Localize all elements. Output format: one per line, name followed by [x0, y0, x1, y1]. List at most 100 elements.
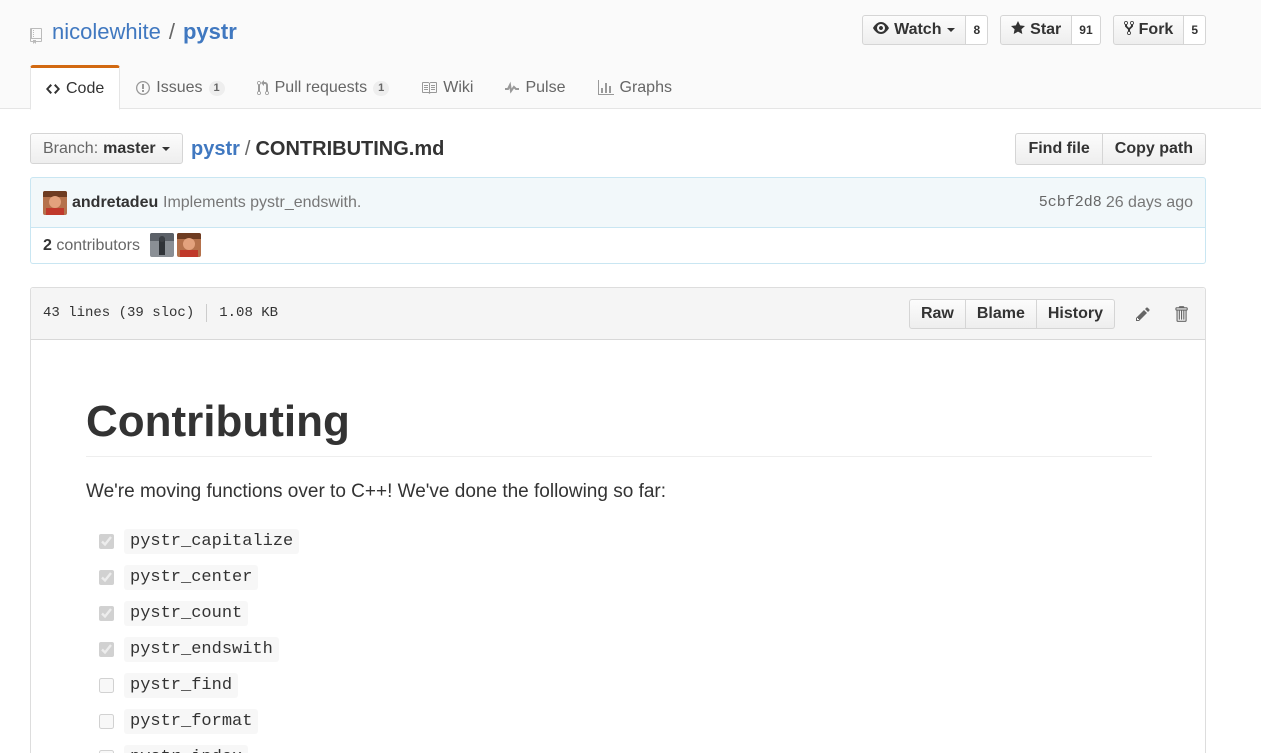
content-intro: We're moving functions over to C++! We'v…: [86, 481, 667, 502]
pencil-icon[interactable]: [1131, 302, 1155, 326]
copy-path-button[interactable]: Copy path: [1102, 133, 1206, 165]
task-checkbox[interactable]: [99, 677, 114, 693]
breadcrumb: pystr / CONTRIBUTING.md: [191, 137, 444, 161]
contributors-bar: 2 contributors: [30, 228, 1206, 264]
tab-wiki[interactable]: Wiki: [405, 65, 489, 109]
commit-tease: andretadeu Implements pystr_endswith. 5c…: [30, 177, 1206, 228]
graph-icon: [597, 80, 614, 96]
task-checkbox[interactable]: [99, 605, 114, 621]
file-actions: Raw Blame History: [908, 299, 1193, 329]
branch-select-button[interactable]: Branch: master: [30, 133, 183, 164]
avatar[interactable]: [177, 233, 201, 257]
avatar[interactable]: [150, 233, 174, 257]
issue-icon: [136, 80, 151, 96]
file-info: 43 lines (39 sloc) 1.08 KB: [43, 304, 279, 323]
tab-pulse[interactable]: Pulse: [489, 65, 581, 109]
task-code: pystr_count: [124, 600, 249, 626]
contributors-count: 2: [43, 237, 52, 254]
avatar[interactable]: [43, 191, 67, 215]
star-icon: [1011, 20, 1030, 41]
fork-button[interactable]: Fork: [1112, 15, 1185, 45]
star-count[interactable]: 91: [1072, 15, 1101, 45]
repo-header: nicolewhite / pystr Watch 8 Star 91 Fork: [0, 0, 1261, 110]
task-code: pystr_format: [124, 708, 259, 734]
repo-icon: [30, 23, 44, 44]
task-checkbox[interactable]: [99, 533, 114, 549]
pull-request-icon: [256, 80, 269, 96]
tab-code-label: Code: [66, 79, 105, 97]
eye-icon: [873, 20, 894, 41]
repo-title: nicolewhite / pystr: [30, 18, 237, 46]
tab-pull-requests-label: Pull requests: [274, 79, 368, 96]
raw-button[interactable]: Raw: [908, 299, 966, 329]
list-item: pystr_format: [86, 703, 1152, 739]
repo-owner-link[interactable]: nicolewhite: [52, 18, 161, 46]
task-code: pystr_index: [124, 744, 249, 753]
tab-pulse-label: Pulse: [525, 79, 566, 96]
list-item: pystr_endswith: [86, 631, 1152, 667]
task-checkbox[interactable]: [99, 641, 114, 657]
star-label: Star: [1030, 21, 1062, 38]
contributors-label: contributors: [56, 237, 140, 254]
tab-pull-requests[interactable]: Pull requests 1: [241, 65, 406, 109]
content-heading: Contributing: [86, 394, 1152, 457]
tab-issues[interactable]: Issues 1: [120, 65, 240, 109]
breadcrumb-file: CONTRIBUTING.md: [255, 138, 445, 160]
file-size: 1.08 KB: [219, 305, 279, 321]
chevron-down-icon: [161, 146, 170, 151]
task-code: pystr_center: [124, 564, 259, 590]
blame-button[interactable]: Blame: [965, 299, 1037, 329]
watch-label: Watch: [894, 21, 942, 38]
fork-count[interactable]: 5: [1184, 15, 1206, 45]
repo-name-link[interactable]: pystr: [183, 18, 237, 46]
file-lines: 43 lines (39 sloc): [43, 305, 195, 321]
history-button[interactable]: History: [1036, 299, 1115, 329]
contributors-link[interactable]: 2 contributors: [43, 237, 140, 255]
file-header: 43 lines (39 sloc) 1.08 KB Raw Blame His…: [31, 288, 1205, 340]
pulse-icon: [505, 80, 520, 96]
markdown-body: Contributing We're moving functions over…: [86, 394, 1152, 753]
issues-counter: 1: [208, 80, 225, 96]
find-file-button[interactable]: Find file: [1015, 133, 1103, 165]
commit-age: 26 days ago: [1105, 194, 1193, 211]
task-checkbox[interactable]: [99, 749, 114, 753]
file-box: 43 lines (39 sloc) 1.08 KB Raw Blame His…: [30, 287, 1206, 753]
fork-label: Fork: [1138, 21, 1174, 38]
chevron-down-icon: [947, 28, 956, 32]
fork-icon: [1123, 20, 1139, 41]
pull-requests-counter: 1: [373, 80, 390, 96]
fork-group: Fork 5: [1112, 15, 1206, 45]
breadcrumb-separator: /: [244, 138, 251, 160]
branch-value: master: [103, 139, 156, 157]
tab-code[interactable]: Code: [30, 65, 121, 110]
list-item: pystr_count: [86, 595, 1152, 631]
file-nav-buttons: Find file Copy path: [1015, 133, 1206, 165]
list-item: pystr_index: [86, 739, 1152, 753]
pagehead-actions: Watch 8 Star 91 Fork 5: [850, 15, 1206, 45]
task-code: pystr_endswith: [124, 636, 279, 662]
commit-sha-link[interactable]: 5cbf2d8: [1039, 194, 1102, 212]
repo-title-separator: /: [168, 19, 175, 44]
tab-wiki-label: Wiki: [443, 79, 474, 96]
tab-issues-label: Issues: [156, 79, 203, 96]
star-button[interactable]: Star: [1000, 15, 1073, 45]
task-code: pystr_find: [124, 672, 239, 698]
commit-author-link[interactable]: andretadeu: [72, 194, 158, 212]
task-checkbox[interactable]: [99, 713, 114, 729]
branch-label: Branch:: [43, 139, 99, 157]
task-list: pystr_capitalize pystr_center pystr_coun…: [86, 523, 1152, 753]
file-info-divider: [206, 304, 208, 322]
trash-icon[interactable]: [1169, 302, 1193, 326]
star-group: Star 91: [1000, 15, 1101, 45]
commit-meta: 5cbf2d8 26 days ago: [1039, 194, 1193, 212]
watch-group: Watch 8: [862, 15, 989, 45]
watch-count[interactable]: 8: [966, 15, 989, 45]
watch-button[interactable]: Watch: [862, 15, 967, 45]
commit-message-link[interactable]: Implements pystr_endswith.: [163, 194, 361, 212]
task-checkbox[interactable]: [99, 569, 114, 585]
breadcrumb-root-link[interactable]: pystr: [191, 138, 240, 160]
tab-graphs[interactable]: Graphs: [582, 65, 688, 109]
list-item: pystr_center: [86, 559, 1152, 595]
tab-graphs-label: Graphs: [619, 79, 672, 96]
list-item: pystr_capitalize: [86, 523, 1152, 559]
